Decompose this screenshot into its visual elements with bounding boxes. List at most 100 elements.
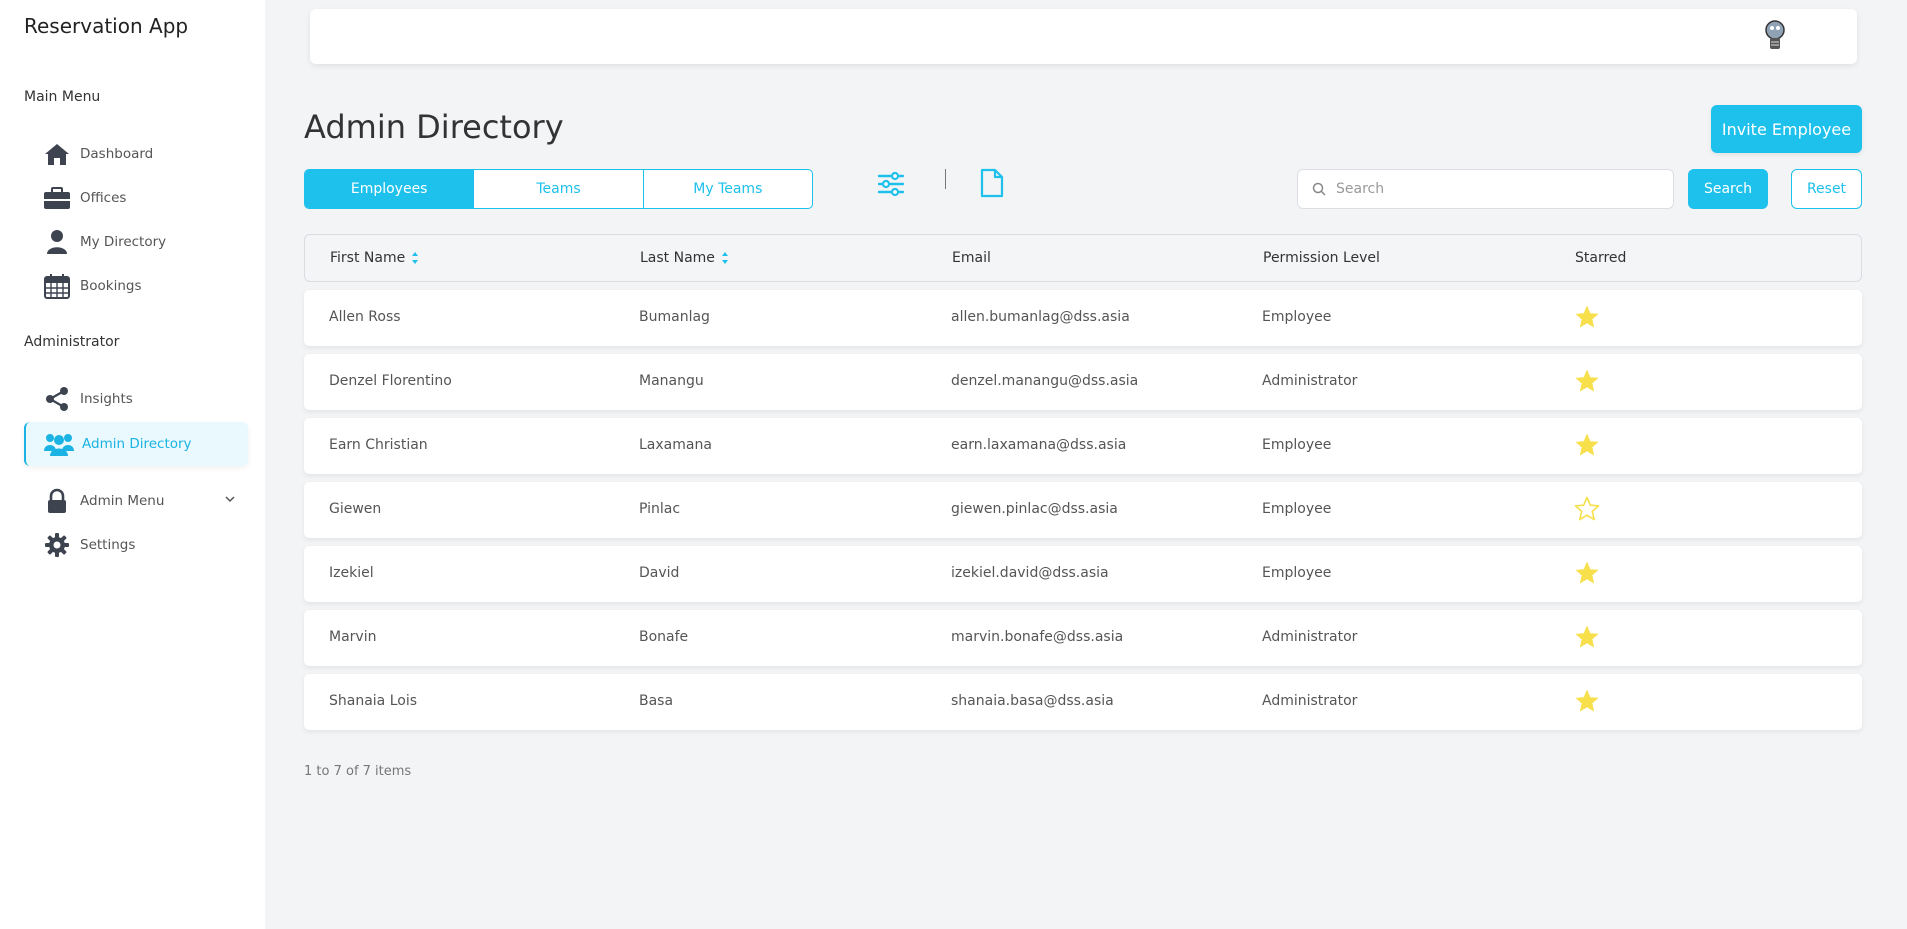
star-filled-icon[interactable] (1574, 624, 1600, 650)
sidebar-item-bookings[interactable]: Bookings (24, 264, 248, 308)
email-cell: earn.laxamana@dss.asia (951, 437, 1127, 453)
briefcase-icon (42, 183, 72, 213)
email-cell: denzel.manangu@dss.asia (951, 373, 1139, 389)
permission-level-cell: Administrator (1262, 693, 1358, 709)
sort-icon[interactable] (721, 251, 729, 265)
table-row[interactable]: Giewen Pinlac giewen.pinlac@dss.asia Emp… (304, 482, 1862, 538)
column-permission-level: Permission Level (1263, 250, 1380, 266)
email-cell: shanaia.basa@dss.asia (951, 693, 1114, 709)
table-row[interactable]: Marvin Bonafe marvin.bonafe@dss.asia Adm… (304, 610, 1862, 666)
app-title: Reservation App (24, 14, 189, 38)
column-label: Permission Level (1263, 250, 1380, 266)
table-row[interactable]: Allen Ross Bumanlag allen.bumanlag@dss.a… (304, 290, 1862, 346)
email-cell: giewen.pinlac@dss.asia (951, 501, 1118, 517)
gear-icon (42, 530, 72, 560)
chevron-down-icon[interactable] (224, 493, 236, 509)
star-filled-icon[interactable] (1574, 432, 1600, 458)
sidebar-item-insights[interactable]: Insights (24, 377, 248, 421)
export-file-icon[interactable] (978, 168, 1006, 202)
email-cell: izekiel.david@dss.asia (951, 565, 1109, 581)
sidebar-item-label: Insights (80, 391, 133, 407)
sidebar-item-label: Admin Menu (80, 493, 165, 509)
lock-icon (42, 486, 72, 516)
first-name-cell: Shanaia Lois (329, 693, 418, 709)
tab-employees[interactable]: Employees (305, 170, 475, 208)
sidebar-item-my-directory[interactable]: My Directory (24, 220, 248, 264)
email-cell: allen.bumanlag@dss.asia (951, 309, 1130, 325)
table-row[interactable]: Earn Christian Laxamana earn.laxamana@ds… (304, 418, 1862, 474)
search-box (1297, 169, 1674, 209)
sidebar-item-label: Offices (80, 190, 127, 206)
sidebar-item-dashboard[interactable]: Dashboard (24, 132, 248, 176)
star-filled-icon[interactable] (1574, 560, 1600, 586)
first-name-cell: Izekiel (329, 565, 374, 581)
last-name-cell: Bumanlag (639, 309, 710, 325)
tab-teams[interactable]: Teams (474, 170, 644, 208)
star-filled-icon[interactable] (1574, 304, 1600, 330)
table-row[interactable]: Izekiel David izekiel.david@dss.asia Emp… (304, 546, 1862, 602)
sidebar-item-label: Dashboard (80, 146, 154, 162)
search-input[interactable] (1336, 181, 1636, 197)
search-button[interactable]: Search (1688, 169, 1768, 209)
home-icon (42, 139, 72, 169)
email-cell: marvin.bonafe@dss.asia (951, 629, 1124, 645)
toolbar-divider (945, 169, 946, 189)
sort-icon[interactable] (411, 251, 419, 265)
column-first-name[interactable]: First Name (330, 250, 419, 266)
first-name-cell: Denzel Florentino (329, 373, 452, 389)
last-name-cell: Pinlac (639, 501, 681, 517)
column-label: First Name (330, 250, 406, 266)
permission-level-cell: Employee (1262, 437, 1332, 453)
column-label: Starred (1575, 250, 1627, 266)
permission-level-cell: Employee (1262, 501, 1332, 517)
first-name-cell: Allen Ross (329, 309, 401, 325)
users-icon (44, 429, 74, 459)
star-filled-icon[interactable] (1574, 368, 1600, 394)
column-last-name[interactable]: Last Name (640, 250, 729, 266)
search-icon (1312, 182, 1326, 196)
permission-level-cell: Administrator (1262, 629, 1358, 645)
invite-employee-button[interactable]: Invite Employee (1711, 105, 1862, 153)
column-email: Email (952, 250, 991, 266)
sidebar-item-admin-directory[interactable]: Admin Directory (24, 422, 248, 466)
pagination-summary: 1 to 7 of 7 items (304, 764, 412, 779)
sidebar-item-label: Bookings (80, 278, 142, 294)
first-name-cell: Giewen (329, 501, 382, 517)
sidebar-item-offices[interactable]: Offices (24, 176, 248, 220)
star-filled-icon[interactable] (1574, 688, 1600, 714)
sidebar-item-label: Admin Directory (82, 436, 192, 452)
last-name-cell: Manangu (639, 373, 704, 389)
reset-button[interactable]: Reset (1791, 169, 1862, 209)
table-row[interactable]: Shanaia Lois Basa shanaia.basa@dss.asia … (304, 674, 1862, 730)
table-row[interactable]: Denzel Florentino Manangu denzel.manangu… (304, 354, 1862, 410)
filter-sliders-icon[interactable] (877, 170, 905, 202)
sidebar-item-label: Settings (80, 537, 136, 553)
top-bar (310, 9, 1857, 64)
last-name-cell: David (639, 565, 680, 581)
administrator-heading: Administrator (24, 334, 120, 350)
directory-tabs: Employees Teams My Teams (304, 169, 813, 209)
page-title: Admin Directory (304, 108, 564, 146)
column-label: Last Name (640, 250, 715, 266)
column-starred: Starred (1575, 250, 1626, 266)
sidebar-item-settings[interactable]: Settings (24, 523, 248, 567)
calendar-icon (42, 271, 72, 301)
first-name-cell: Earn Christian (329, 437, 428, 453)
share-icon (42, 384, 72, 414)
star-outline-icon[interactable] (1574, 496, 1600, 522)
user-icon (42, 227, 72, 257)
sidebar-item-label: My Directory (80, 234, 167, 250)
main-menu-heading: Main Menu (24, 89, 101, 105)
column-label: Email (952, 250, 991, 266)
sidebar-item-admin-menu[interactable]: Admin Menu (24, 479, 248, 523)
avatar-icon[interactable] (1761, 18, 1789, 52)
permission-level-cell: Employee (1262, 309, 1332, 325)
table-header: First Name Last Name Email Permission Le… (304, 234, 1862, 282)
tab-my-teams[interactable]: My Teams (644, 170, 812, 208)
last-name-cell: Basa (639, 693, 674, 709)
permission-level-cell: Administrator (1262, 373, 1358, 389)
last-name-cell: Bonafe (639, 629, 689, 645)
permission-level-cell: Employee (1262, 565, 1332, 581)
sidebar: Reservation App Main Menu Dashboard Offi… (0, 0, 265, 929)
first-name-cell: Marvin (329, 629, 377, 645)
